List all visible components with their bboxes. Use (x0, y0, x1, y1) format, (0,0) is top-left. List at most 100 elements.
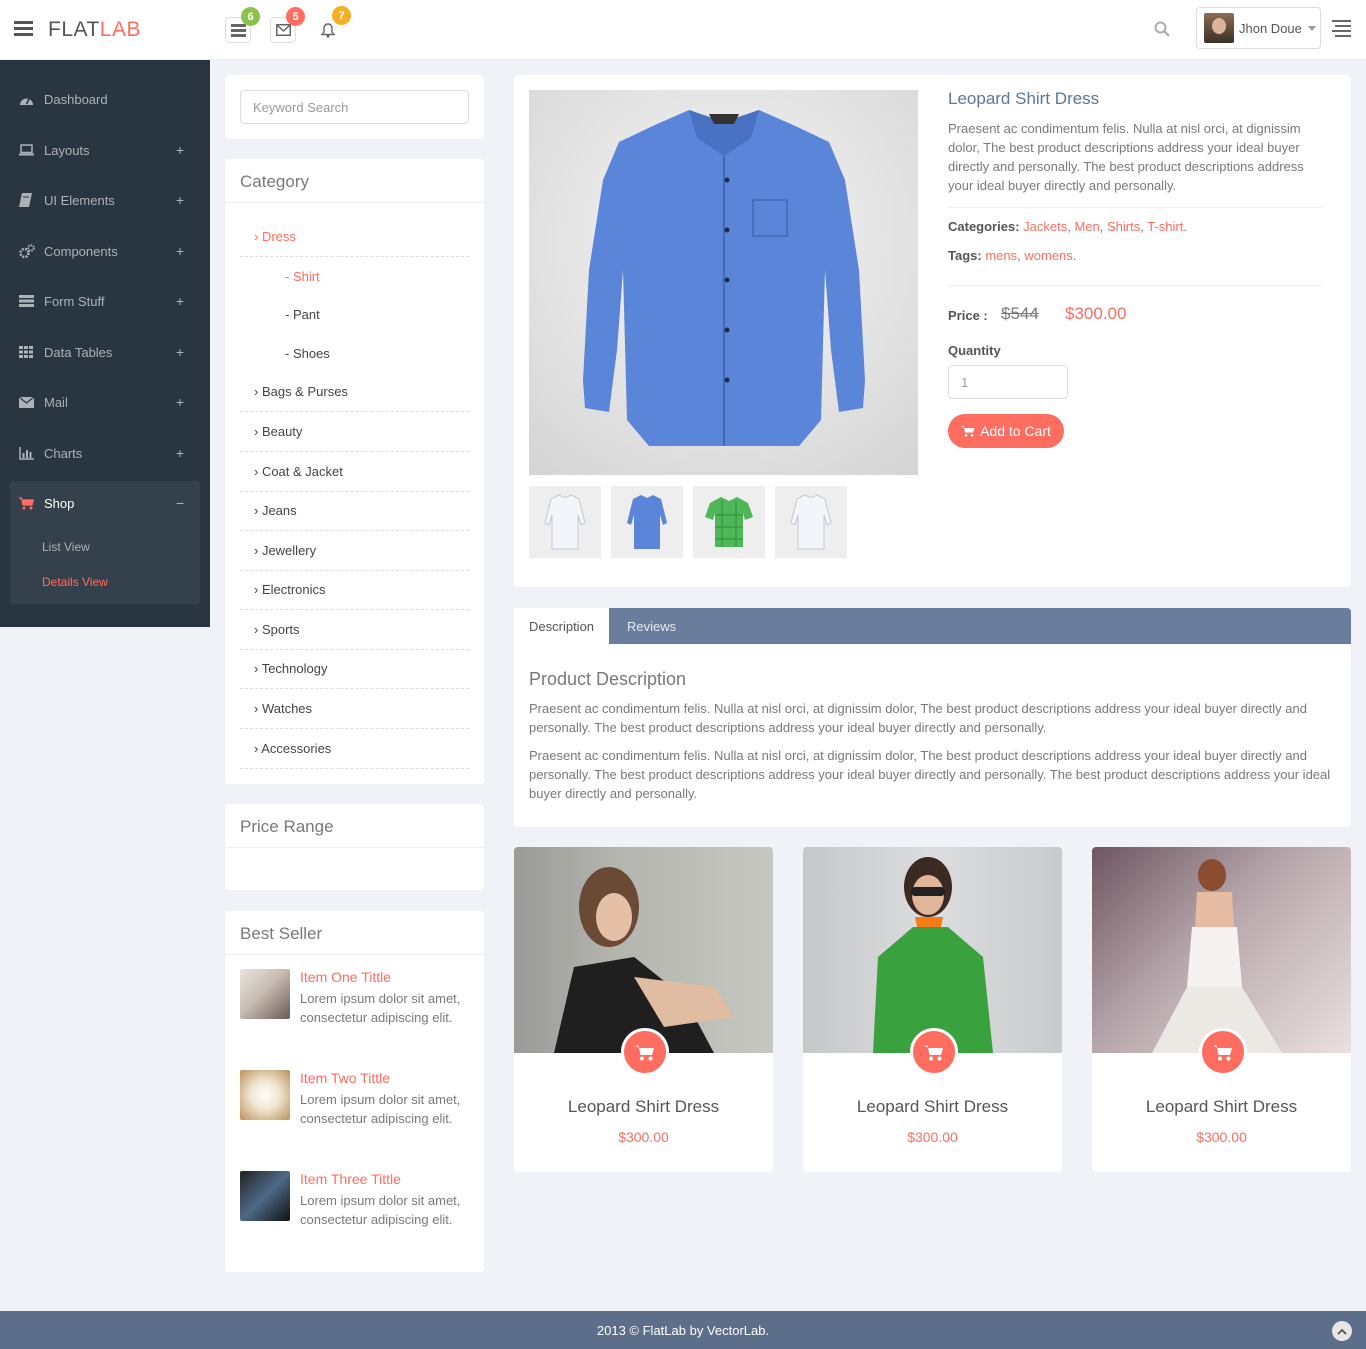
sidebar-subitem-list-view[interactable]: List View (42, 540, 90, 554)
best-seller-item-text: Lorem ipsum dolor sit amet, consectetur … (300, 1092, 461, 1126)
best-seller-item[interactable]: Item Two Tittle Lorem ipsum dolor sit am… (240, 1070, 470, 1160)
expand-plus-icon: + (176, 142, 185, 158)
product-description-paragraph: Praesent ac condimentum felis. Nulla at … (529, 748, 1331, 801)
best-seller-item[interactable]: Item Three Tittle Lorem ipsum dolor sit … (240, 1171, 470, 1261)
sidebar-toggle-icon[interactable] (14, 21, 33, 37)
quantity-input[interactable] (948, 365, 1068, 399)
sidebar-item-form-stuff[interactable]: Form Stuff + (0, 276, 210, 326)
category-item-dress[interactable]: › Dress (240, 229, 469, 257)
sidebar-item-label: Data Tables (44, 344, 113, 360)
sidebar-item-data-tables[interactable]: Data Tables + (0, 327, 210, 377)
footer-text: 2013 © FlatLab by VectorLab. (596, 1322, 770, 1338)
category-item-pant[interactable]: - Pant (240, 307, 469, 335)
model-photo (1152, 859, 1282, 1053)
tag-link[interactable]: mens (985, 248, 1017, 263)
product-description: Praesent ac condimentum felis. Nulla at … (948, 121, 1304, 193)
related-product-price: $300.00 (1196, 1129, 1247, 1145)
category-item-jeans[interactable]: › Jeans (240, 503, 469, 531)
related-product-card[interactable]: Leopard Shirt Dress $300.00 (803, 847, 1062, 1172)
best-seller-panel: Best Seller Item One Tittle Lorem ipsum … (225, 911, 484, 1272)
product-thumbnail[interactable] (529, 486, 601, 558)
sidebar-item-shop[interactable]: Shop − (0, 478, 210, 528)
product-thumbnail[interactable] (693, 486, 765, 558)
category-item-watches[interactable]: › Watches (240, 701, 469, 729)
card-cart-button[interactable] (910, 1028, 958, 1076)
category-link[interactable]: Jackets (1023, 219, 1067, 234)
best-seller-item-title[interactable]: Item One Tittle (300, 969, 391, 985)
category-item-sports[interactable]: › Sports (240, 622, 469, 650)
related-product-card[interactable]: Leopard Shirt Dress $300.00 (1092, 847, 1351, 1172)
sidebar-item-dashboard[interactable]: Dashboard (0, 74, 210, 124)
category-link[interactable]: Shirts (1107, 219, 1140, 234)
product-thumbnail[interactable] (611, 486, 683, 558)
alerts-notification-button[interactable]: 7 (315, 6, 351, 43)
logo[interactable]: FLATLAB (48, 18, 141, 42)
expand-plus-icon: + (176, 445, 185, 461)
tag-link[interactable]: womens (1024, 248, 1072, 263)
category-item-shoes[interactable]: - Shoes (240, 346, 469, 374)
category-link[interactable]: T-shirt (1147, 219, 1183, 234)
shirt-thumbnail-icon (705, 497, 753, 547)
scroll-to-top-button[interactable] (1332, 1321, 1352, 1341)
tab-description[interactable]: Description (514, 608, 610, 644)
category-item-electronics[interactable]: › Electronics (240, 582, 469, 610)
category-item-jewellery[interactable]: › Jewellery (240, 543, 469, 571)
laptop-icon (19, 144, 34, 156)
card-cart-button[interactable] (1199, 1028, 1247, 1076)
sidebar-item-label: Shop (44, 495, 75, 511)
card-cart-button[interactable] (621, 1028, 669, 1076)
sidebar-item-label: Form Stuff (44, 293, 105, 309)
product-thumbnail[interactable] (775, 486, 847, 558)
price-range-title: Price Range (225, 804, 484, 848)
category-item-technology[interactable]: › Technology (240, 661, 469, 689)
mail-notification-button[interactable]: 5 (270, 7, 305, 43)
sidebar-subitem-details-view[interactable]: Details View (42, 575, 108, 589)
grid-icon (19, 346, 33, 358)
shirt-thumbnail-icon (627, 495, 667, 549)
best-seller-item[interactable]: Item One Tittle Lorem ipsum dolor sit am… (240, 969, 470, 1059)
related-product-title[interactable]: Leopard Shirt Dress (803, 1097, 1062, 1117)
category-item-coat-jacket[interactable]: › Coat & Jacket (240, 464, 469, 492)
sidebar-item-mail[interactable]: Mail + (0, 377, 210, 427)
category-title: Category (225, 159, 484, 203)
quantity-label-text: Quantity (948, 343, 1001, 358)
top-header: FLATLAB 6 5 7 Jhon Doue (0, 0, 1366, 60)
user-dropdown[interactable]: Jhon Doue (1196, 7, 1321, 49)
category-item-beauty[interactable]: › Beauty (240, 424, 469, 452)
category-item-bags-purses[interactable]: › Bags & Purses (240, 384, 469, 412)
category-item-shirt[interactable]: - Shirt (240, 269, 469, 297)
search-icon[interactable] (1154, 21, 1170, 37)
best-seller-title: Best Seller (225, 911, 484, 955)
add-to-cart-button[interactable]: Add to Cart (948, 414, 1064, 448)
related-product-title[interactable]: Leopard Shirt Dress (1092, 1097, 1351, 1117)
category-item-accessories[interactable]: › Accessories (240, 741, 469, 769)
best-seller-item-title[interactable]: Item Two Tittle (300, 1070, 390, 1086)
tasks-badge: 6 (241, 7, 260, 26)
price-label-text: Price : (948, 308, 988, 323)
related-product-card[interactable]: Leopard Shirt Dress $300.00 (514, 847, 773, 1172)
add-to-cart-label: Add to Cart (980, 423, 1051, 439)
tab-reviews[interactable]: Reviews (612, 608, 691, 644)
related-product-title[interactable]: Leopard Shirt Dress (514, 1097, 773, 1117)
tasks-notification-button[interactable]: 6 (225, 7, 260, 43)
expand-plus-icon: + (176, 192, 185, 208)
product-categories: Categories: Jackets, Men, Shirts, T-shir… (948, 219, 1187, 234)
sidebar-item-components[interactable]: Components + (0, 226, 210, 276)
right-sidebar-toggle-icon[interactable] (1332, 20, 1351, 40)
related-product-price: $300.00 (907, 1129, 958, 1145)
envelope-icon (275, 24, 291, 36)
cart-icon (924, 1045, 943, 1060)
sidebar-item-charts[interactable]: Charts + (0, 428, 210, 478)
sidebar-item-layouts[interactable]: Layouts + (0, 125, 210, 175)
best-seller-item-title[interactable]: Item Three Tittle (300, 1171, 401, 1187)
category-link[interactable]: Men (1074, 219, 1099, 234)
categories-label: Categories: (948, 219, 1020, 234)
shirt-thumbnail-icon (790, 494, 832, 550)
related-product-image (514, 847, 773, 1053)
keyword-search-input[interactable] (240, 90, 469, 124)
sidebar-item-label: Components (44, 243, 118, 259)
mail-badge: 5 (286, 7, 305, 26)
search-panel (225, 75, 484, 139)
divider (948, 207, 1322, 208)
sidebar-item-ui-elements[interactable]: UI Elements + (0, 175, 210, 225)
